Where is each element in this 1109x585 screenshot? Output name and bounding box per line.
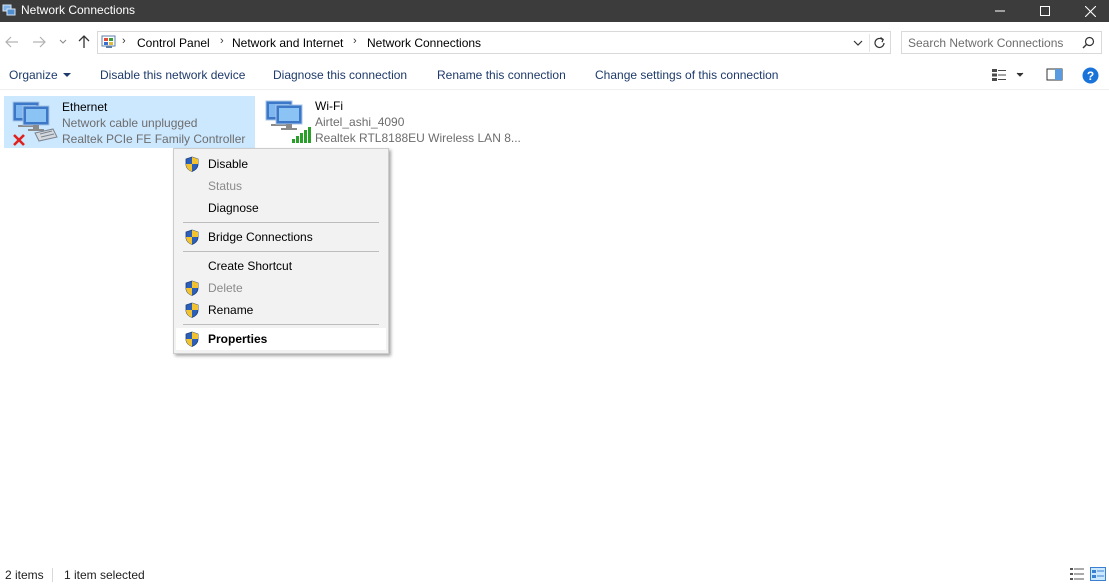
menu-separator [183,251,379,252]
help-button[interactable]: ? [1082,67,1099,87]
view-options-icon [992,69,1024,81]
details-view-button[interactable] [1069,567,1085,584]
breadcrumb-network-connections[interactable]: Network Connections [367,36,481,50]
menu-item-label: Delete [208,281,243,295]
breadcrumb-separator-icon[interactable]: › [122,35,126,47]
disable-device-button[interactable]: Disable this network device [100,68,245,82]
command-bar: Organize Disable this network device Dia… [0,62,1109,90]
preview-pane-icon [1046,68,1063,81]
tiles-view-button[interactable] [1090,567,1106,584]
minimize-icon [995,10,1005,12]
up-arrow-icon [78,35,90,48]
back-button[interactable] [2,32,22,52]
menu-item-label: Disable [208,157,249,171]
close-icon [1084,5,1096,17]
control-panel-icon [101,34,117,50]
maximize-icon [1040,6,1050,16]
change-settings-button[interactable]: Change settings of this connection [595,68,778,82]
menu-item-bridge-connections[interactable]: Bridge Connections [176,226,386,248]
context-menu: Disable Status Diagnose Bridge Connectio… [173,148,389,354]
search-icon[interactable] [1082,36,1095,52]
breadcrumb-separator-icon[interactable]: › [220,35,224,47]
connection-status: Network cable unplugged [62,116,198,130]
title-bar: Network Connections [0,0,1109,22]
chevron-down-icon [853,40,863,46]
chevron-down-icon [59,39,67,44]
search-box[interactable] [901,31,1102,54]
breadcrumb-separator-icon[interactable]: › [353,35,357,47]
svg-text:?: ? [1087,69,1094,83]
address-history-dropdown[interactable] [852,36,866,50]
back-arrow-icon [5,36,18,48]
forward-arrow-icon [33,36,46,48]
rename-connection-button[interactable]: Rename this connection [437,68,566,82]
breadcrumb-control-panel[interactable]: Control Panel [137,36,210,50]
menu-separator [183,324,379,325]
connection-status: Airtel_ashi_4090 [315,115,405,129]
tiles-view-icon [1090,567,1106,581]
connection-item-wifi[interactable]: Wi-Fi Airtel_ashi_4090 Realtek RTL8188EU… [258,96,521,148]
refresh-button[interactable] [869,34,889,52]
details-view-icon [1070,568,1084,580]
uac-shield-icon [184,302,200,318]
status-bar: 2 items 1 item selected [0,565,1109,585]
organize-menu-button[interactable]: Organize [9,68,71,82]
search-input[interactable] [908,35,1078,51]
help-icon: ? [1082,67,1099,84]
menu-item-label: Status [208,179,243,193]
uac-shield-icon [184,280,200,296]
menu-item-label: Properties [208,332,268,346]
close-button[interactable] [1067,0,1109,22]
change-view-button[interactable] [991,67,1025,86]
status-separator [52,568,53,582]
window-title: Network Connections [21,3,136,17]
preview-pane-button[interactable] [1046,67,1063,85]
menu-item-properties[interactable]: Properties [176,328,386,350]
organize-label: Organize [9,68,58,82]
menu-item-delete[interactable]: Delete [176,277,386,299]
refresh-icon [874,37,885,49]
connection-name: Ethernet [62,100,108,114]
uac-shield-icon [184,331,200,347]
connection-name: Wi-Fi [315,99,343,113]
menu-item-label: Bridge Connections [208,230,313,244]
uac-shield-icon [184,229,200,245]
address-bar[interactable]: › Control Panel › Network and Internet ›… [97,31,891,54]
forward-button[interactable] [29,32,49,52]
menu-separator [183,222,379,223]
ethernet-adapter-icon [9,99,59,147]
diagnose-connection-button[interactable]: Diagnose this connection [273,68,407,82]
menu-item-label: Rename [208,303,254,317]
wifi-adapter-icon [262,98,312,146]
menu-item-disable[interactable]: Disable [176,153,386,175]
menu-item-label: Create Shortcut [208,259,293,273]
chevron-down-icon [62,72,71,77]
connection-device: Realtek RTL8188EU Wireless LAN 8... [315,131,521,145]
menu-item-label: Diagnose [208,201,259,215]
uac-shield-icon [184,156,200,172]
minimize-button[interactable] [977,0,1023,22]
maximize-button[interactable] [1022,0,1068,22]
recent-locations-button[interactable] [53,32,73,52]
menu-item-diagnose[interactable]: Diagnose [176,197,386,219]
menu-item-rename[interactable]: Rename [176,299,386,321]
connection-item-ethernet[interactable]: Ethernet Network cable unplugged Realtek… [4,96,255,148]
up-button[interactable] [74,32,94,52]
menu-item-create-shortcut[interactable]: Create Shortcut [176,255,386,277]
connection-device: Realtek PCIe FE Family Controller [62,132,246,146]
breadcrumb-network-and-internet[interactable]: Network and Internet [232,36,343,50]
selection-count: 1 item selected [64,568,145,582]
menu-item-status[interactable]: Status [176,175,386,197]
address-row: › Control Panel › Network and Internet ›… [0,28,1109,56]
item-count: 2 items [5,568,44,582]
network-connections-icon [2,3,16,17]
